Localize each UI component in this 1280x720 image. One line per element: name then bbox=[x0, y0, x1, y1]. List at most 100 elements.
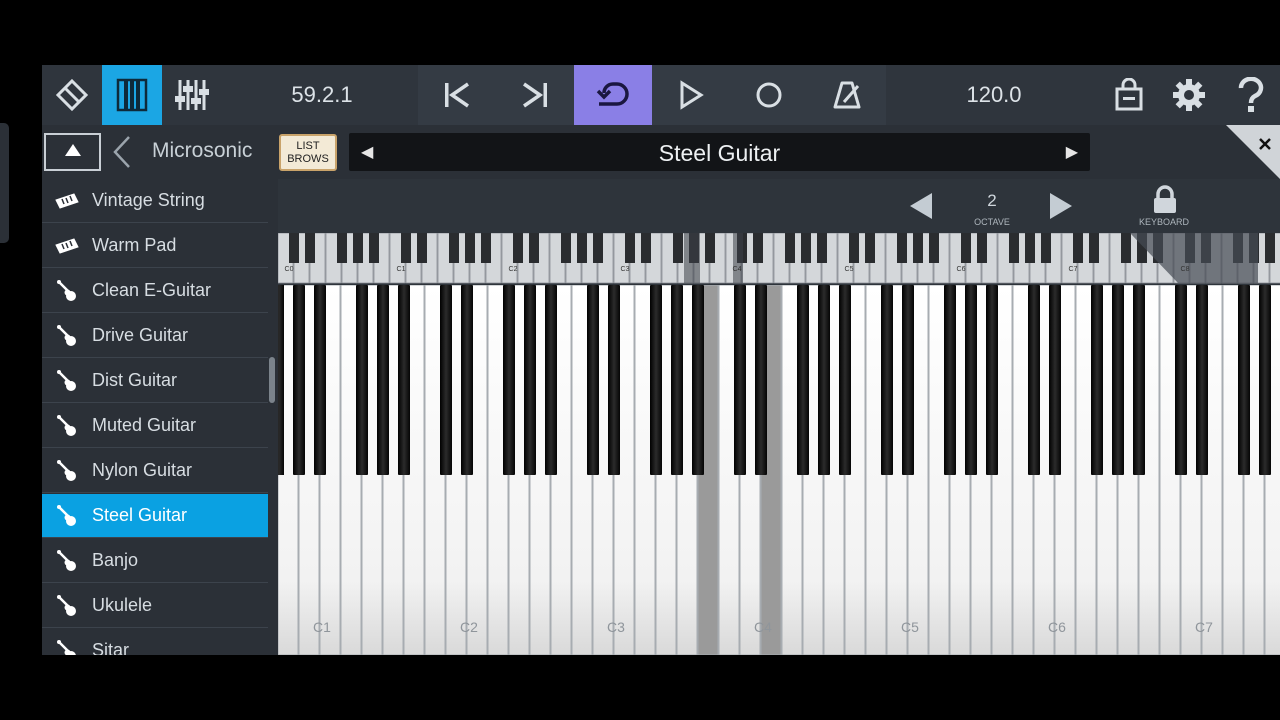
guitar-icon bbox=[42, 369, 92, 393]
mini-black-key bbox=[305, 233, 315, 263]
preset-list-item[interactable]: Muted Guitar bbox=[42, 404, 268, 448]
project-icon bbox=[55, 78, 89, 112]
mini-black-key bbox=[977, 233, 987, 263]
help-button[interactable] bbox=[1226, 65, 1276, 125]
black-key bbox=[503, 285, 515, 475]
preset-list-item-label: Ukulele bbox=[92, 595, 153, 615]
mini-black-key bbox=[801, 233, 811, 263]
black-key bbox=[902, 285, 914, 475]
octave-up-icon[interactable] bbox=[1048, 191, 1074, 226]
skip-back-icon bbox=[442, 80, 472, 110]
mini-black-key bbox=[641, 233, 651, 263]
mini-black-key bbox=[929, 233, 939, 263]
position-readout[interactable]: 59.2.1 bbox=[270, 65, 374, 125]
guitar-icon bbox=[42, 414, 92, 438]
mini-octave-label: C4 bbox=[733, 266, 742, 273]
guitar-icon bbox=[42, 504, 92, 528]
metronome-button[interactable] bbox=[808, 65, 886, 125]
mixer-icon bbox=[174, 78, 210, 112]
settings-button[interactable] bbox=[1164, 65, 1214, 125]
octave-down-icon[interactable] bbox=[908, 191, 934, 226]
mini-black-key bbox=[369, 233, 379, 263]
collapse-button[interactable] bbox=[44, 133, 101, 171]
preset-list-item-label: Dist Guitar bbox=[92, 370, 178, 390]
chevron-left-icon[interactable] bbox=[112, 135, 132, 174]
mini-black-key bbox=[625, 233, 635, 263]
mini-black-key bbox=[1073, 233, 1083, 263]
preset-list-item[interactable]: Nylon Guitar bbox=[42, 449, 268, 493]
black-key bbox=[524, 285, 536, 475]
black-key bbox=[1175, 285, 1187, 475]
list-browse-button[interactable]: LIST BROWS bbox=[279, 134, 337, 171]
mixer-button[interactable] bbox=[166, 65, 218, 125]
skip-forward-icon bbox=[520, 80, 550, 110]
preset-list-item[interactable]: Ukulele bbox=[42, 584, 268, 628]
black-key bbox=[1196, 285, 1208, 475]
record-button[interactable] bbox=[730, 65, 808, 125]
guitar-icon bbox=[42, 639, 92, 655]
preset-list-item[interactable]: Clean E-Guitar bbox=[42, 269, 268, 313]
black-key bbox=[1238, 285, 1250, 475]
key-octave-label: C5 bbox=[901, 619, 919, 635]
keyboard-view-button[interactable] bbox=[102, 65, 162, 125]
preset-selector[interactable]: ◀ Steel Guitar ▶ bbox=[349, 133, 1090, 171]
mini-octave-label: C3 bbox=[621, 266, 630, 273]
black-key bbox=[1049, 285, 1061, 475]
mini-black-key bbox=[913, 233, 923, 263]
keyboard-lock-label: KEYBOARD bbox=[1138, 217, 1189, 227]
keyboard-instrument-icon bbox=[42, 237, 92, 255]
black-key bbox=[278, 285, 284, 475]
store-bag-icon bbox=[1114, 78, 1144, 112]
side-panel-tab[interactable] bbox=[0, 123, 9, 243]
mini-range-marker bbox=[733, 233, 743, 283]
mini-black-key bbox=[1121, 233, 1131, 263]
preset-list-item[interactable]: Drive Guitar bbox=[42, 314, 268, 358]
main-keyboard[interactable]: C1 C2 C3 C4 C5 C6 C7 bbox=[278, 285, 1280, 655]
preset-list-scrollbar[interactable] bbox=[269, 357, 275, 403]
keyboard-instrument-icon bbox=[42, 192, 92, 210]
mini-black-key bbox=[529, 233, 539, 263]
guitar-icon bbox=[42, 549, 92, 573]
loop-button[interactable] bbox=[574, 65, 652, 125]
list-button-line1: LIST bbox=[296, 140, 320, 152]
mini-octave-label: C5 bbox=[845, 266, 854, 273]
mini-range-marker bbox=[684, 233, 700, 283]
skip-back-button[interactable] bbox=[418, 65, 496, 125]
preset-list-item[interactable]: Steel Guitar bbox=[42, 494, 268, 538]
app-window: 59.2.1 120.0 Microsonic LIST BROWS ◀ Ste… bbox=[42, 65, 1280, 655]
preset-list-item[interactable]: Banjo bbox=[42, 539, 268, 583]
list-button-line2: BROWS bbox=[287, 153, 329, 165]
mini-black-key bbox=[337, 233, 347, 263]
preset-list-item[interactable]: Vintage String bbox=[42, 179, 268, 223]
black-key bbox=[839, 285, 851, 475]
mini-black-key bbox=[961, 233, 971, 263]
black-key bbox=[1133, 285, 1145, 475]
black-key bbox=[440, 285, 452, 475]
tempo-readout[interactable]: 120.0 bbox=[942, 65, 1046, 125]
black-key bbox=[671, 285, 683, 475]
preset-list-item[interactable]: Warm Pad bbox=[42, 224, 268, 268]
mini-black-key bbox=[849, 233, 859, 263]
mini-black-key bbox=[593, 233, 603, 263]
key-octave-label: C1 bbox=[313, 619, 331, 635]
preset-list-item[interactable]: Sitar bbox=[42, 629, 268, 655]
mini-keyboard-overview[interactable]: C0 C1 C2 C3 C4 C5 C6 C7 C8 bbox=[278, 233, 1280, 285]
lock-icon[interactable] bbox=[1152, 185, 1178, 220]
black-key bbox=[1259, 285, 1271, 475]
preset-list-item[interactable]: Dist Guitar bbox=[42, 359, 268, 403]
keyboard-panel: 2 OCTAVE KEYBOARD C0 C1 C2 C3 C4 C5 C6 C7 C8 C1 C… bbox=[278, 179, 1280, 655]
close-button[interactable] bbox=[1226, 125, 1280, 179]
black-key bbox=[734, 285, 746, 475]
black-key bbox=[965, 285, 977, 475]
play-button[interactable] bbox=[652, 65, 730, 125]
mini-black-key bbox=[1025, 233, 1035, 263]
skip-forward-button[interactable] bbox=[496, 65, 574, 125]
preset-list-item-label: Drive Guitar bbox=[92, 325, 189, 345]
black-key bbox=[314, 285, 326, 475]
store-button[interactable] bbox=[1104, 65, 1154, 125]
mini-black-key bbox=[417, 233, 427, 263]
project-button[interactable] bbox=[42, 65, 102, 125]
gear-icon bbox=[1172, 78, 1206, 112]
next-preset-icon[interactable]: ▶ bbox=[1066, 142, 1078, 162]
preset-list: Vintage String Warm Pad Clean E-Guitar Driv… bbox=[42, 179, 278, 655]
